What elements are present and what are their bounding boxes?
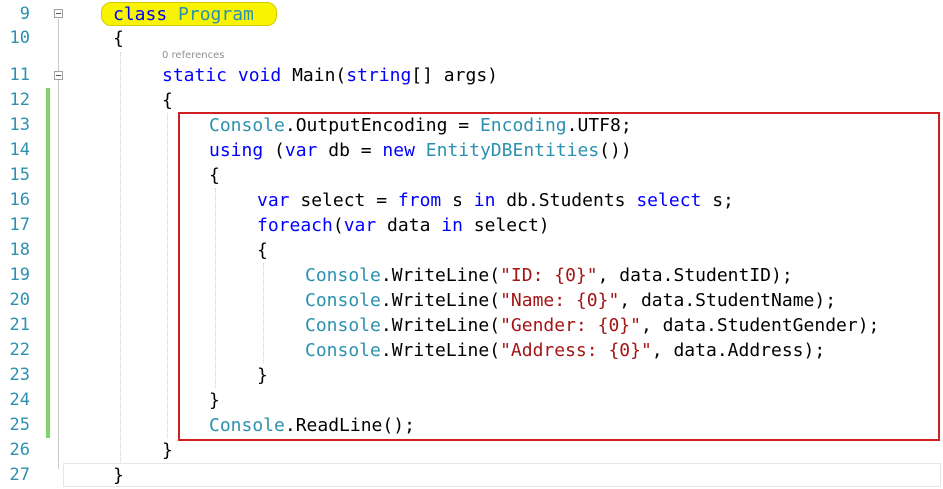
line-number: 10 — [9, 28, 30, 48]
code-token: Program — [178, 4, 254, 25]
line-number: 12 — [9, 90, 30, 110]
code-token: static — [162, 65, 228, 86]
line-number: 21 — [9, 315, 30, 335]
code-token: void — [237, 65, 282, 86]
line-number: 24 — [9, 390, 30, 410]
line-number: 14 — [9, 140, 30, 160]
code-token: { — [162, 90, 173, 111]
line-number: 20 — [9, 290, 30, 310]
code-token: string — [346, 65, 412, 86]
collapse-method-icon[interactable] — [54, 71, 63, 80]
current-line-indicator — [63, 463, 941, 487]
line-number: 16 — [9, 190, 30, 210]
code-token: { — [113, 28, 124, 49]
outline-line — [58, 19, 59, 469]
line-number: 26 — [9, 440, 30, 460]
change-indicator-bar — [46, 88, 50, 438]
line-number: 17 — [9, 215, 30, 235]
line-number: 9 — [19, 4, 30, 24]
code-token: [] args) — [411, 65, 498, 86]
code-editor[interactable]: 0 references 9 10 11 12 13 14 15 16 17 18 19 20 21 22… — [0, 0, 943, 489]
codelens-references[interactable]: 0 references — [162, 50, 225, 61]
code-line[interactable]: static void Main(string[] args) — [162, 63, 498, 88]
line-number: 25 — [9, 415, 30, 435]
line-number: 13 — [9, 115, 30, 135]
line-number: 23 — [9, 365, 30, 385]
indent-guide — [167, 113, 168, 438]
line-number: 22 — [9, 340, 30, 360]
code-line[interactable]: } — [162, 438, 173, 463]
code-line[interactable]: { — [162, 88, 173, 113]
code-token: class — [113, 4, 168, 25]
indent-guide — [120, 52, 121, 464]
line-number: 18 — [9, 240, 30, 260]
line-number: 15 — [9, 165, 30, 185]
code-line[interactable]: } — [113, 463, 124, 488]
code-token: } — [162, 440, 173, 461]
annotation-red-box — [178, 112, 940, 441]
line-number: 11 — [9, 65, 30, 85]
collapse-class-icon[interactable] — [54, 9, 63, 18]
code-token: } — [113, 465, 124, 486]
line-number: 27 — [9, 465, 30, 485]
line-number: 19 — [9, 265, 30, 285]
code-token: Main( — [281, 65, 347, 86]
code-line[interactable]: { — [113, 26, 124, 51]
code-line[interactable]: class Program — [113, 2, 254, 27]
